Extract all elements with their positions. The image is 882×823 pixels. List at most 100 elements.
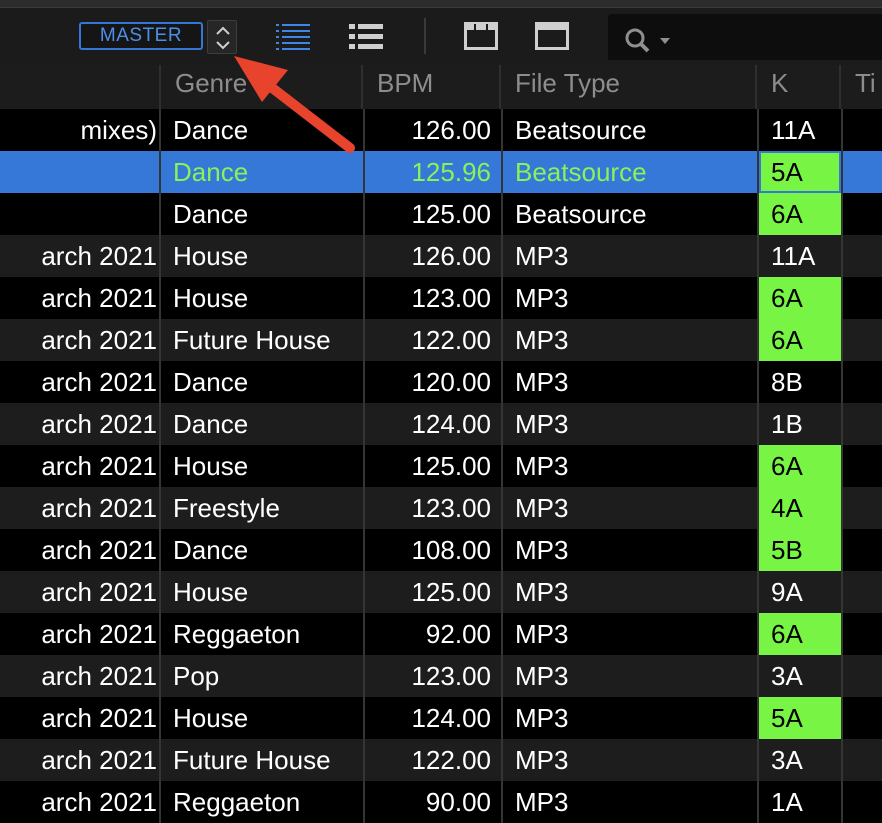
title-text: arch 2021 [41,661,157,691]
title-text: arch 2021 [41,325,157,355]
title-cell: arch 2021 [0,739,159,781]
key-cell: 6A [757,319,841,361]
master-stepper[interactable] [207,20,237,54]
table-row[interactable]: Dance 125.96 Beatsource 5A [0,151,882,193]
table-row[interactable]: arch 2021 House 124.00 MP3 5A [0,697,882,739]
genre-cell: Pop [159,655,363,697]
table-row[interactable]: arch 2021 Dance 108.00 MP3 5B [0,529,882,571]
table-row[interactable]: arch 2021 Future House 122.00 MP3 6A [0,319,882,361]
bpm-cell: 126.00 [363,109,501,151]
time-cell [841,445,882,487]
time-cell [841,193,882,235]
key-cell: 6A [757,193,841,235]
key-cell: 8B [757,361,841,403]
time-cell [841,403,882,445]
genre-cell: Future House [159,319,363,361]
title-cell: arch 2021 [0,697,159,739]
key-cell: 4A [757,487,841,529]
genre-cell: Reggaeton [159,613,363,655]
title-text: arch 2021 [41,535,157,565]
bpm-cell: 125.00 [363,571,501,613]
title-cell: arch 2021 [0,655,159,697]
key-cell: 6A [757,613,841,655]
three-pane-layout-icon [464,22,498,50]
table-row[interactable]: arch 2021 House 125.00 MP3 9A [0,571,882,613]
title-cell: arch 2021 [0,403,159,445]
column-header-genre[interactable]: Genre [161,65,363,109]
table-row[interactable]: arch 2021 Reggaeton 90.00 MP3 1A [0,781,882,823]
genre-cell: Reggaeton [159,781,363,823]
key-cell: 1B [757,403,841,445]
column-header-key[interactable]: K [757,65,841,109]
bpm-cell: 126.00 [363,235,501,277]
title-cell: mixes) [0,109,159,151]
genre-cell: House [159,697,363,739]
bpm-cell: 92.00 [363,613,501,655]
layout-three-pane-button[interactable] [464,22,498,55]
detailed-list-icon [276,24,310,50]
search-field[interactable] [608,14,882,60]
title-text: arch 2021 [41,619,157,649]
file-type-cell: MP3 [501,739,757,781]
key-cell: 5B [757,529,841,571]
file-type-cell: MP3 [501,319,757,361]
table-row[interactable]: arch 2021 Reggaeton 92.00 MP3 6A [0,613,882,655]
title-cell: arch 2021 [0,529,159,571]
time-cell [841,613,882,655]
file-type-cell: MP3 [501,487,757,529]
title-text: arch 2021 [41,745,157,775]
search-icon [625,28,670,53]
title-text: arch 2021 [41,577,157,607]
file-type-cell: MP3 [501,697,757,739]
table-row[interactable]: arch 2021 Dance 124.00 MP3 1B [0,403,882,445]
genre-cell: House [159,277,363,319]
column-header-time[interactable]: Ti [841,65,882,109]
title-text: mixes) [80,115,157,145]
browser-toolbar: MASTER [0,7,882,66]
table-row[interactable]: Dance 125.00 Beatsource 6A [0,193,882,235]
column-header-file-type[interactable]: File Type [501,65,757,109]
key-cell: 11A [757,235,841,277]
table-row[interactable]: arch 2021 Pop 123.00 MP3 3A [0,655,882,697]
toolbar-separator [424,18,426,54]
list-view-detailed-button[interactable] [276,22,312,57]
table-row[interactable]: arch 2021 Dance 120.00 MP3 8B [0,361,882,403]
time-cell [841,151,882,193]
file-type-cell: MP3 [501,613,757,655]
time-cell [841,739,882,781]
table-row[interactable]: arch 2021 House 126.00 MP3 11A [0,235,882,277]
bpm-cell: 123.00 [363,277,501,319]
bpm-cell: 124.00 [363,697,501,739]
genre-cell: Dance [159,361,363,403]
table-row[interactable]: arch 2021 Future House 122.00 MP3 3A [0,739,882,781]
file-type-cell: MP3 [501,361,757,403]
genre-cell: Future House [159,739,363,781]
table-row[interactable]: arch 2021 Freestyle 123.00 MP3 4A [0,487,882,529]
genre-cell: Dance [159,403,363,445]
title-cell: arch 2021 [0,235,159,277]
table-row[interactable]: arch 2021 House 125.00 MP3 6A [0,445,882,487]
time-cell [841,277,882,319]
master-button[interactable]: MASTER [79,22,203,50]
title-text: arch 2021 [41,367,157,397]
column-header-bpm[interactable]: BPM [363,65,501,109]
title-cell: arch 2021 [0,319,159,361]
title-cell: arch 2021 [0,361,159,403]
table-row[interactable]: arch 2021 House 123.00 MP3 6A [0,277,882,319]
title-text: arch 2021 [41,241,157,271]
title-cell: arch 2021 [0,277,159,319]
bpm-cell: 125.00 [363,445,501,487]
layout-single-pane-button[interactable] [535,22,569,55]
title-cell: arch 2021 [0,613,159,655]
file-type-cell: MP3 [501,655,757,697]
column-header-title[interactable] [0,65,161,109]
title-cell: arch 2021 [0,781,159,823]
genre-cell: Dance [159,151,363,193]
key-cell: 6A [757,445,841,487]
genre-cell: House [159,445,363,487]
list-view-simple-button[interactable] [349,22,385,57]
window-top-strip [0,0,882,7]
table-row[interactable]: mixes) Dance 126.00 Beatsource 11A [0,109,882,151]
key-cell: 11A [757,109,841,151]
time-cell [841,319,882,361]
